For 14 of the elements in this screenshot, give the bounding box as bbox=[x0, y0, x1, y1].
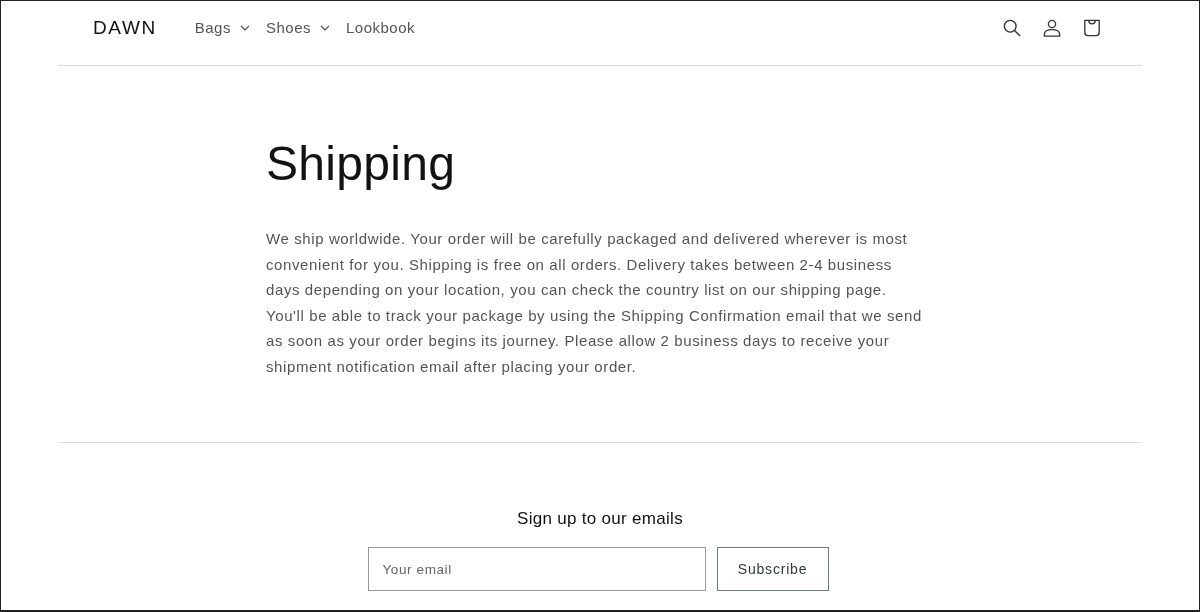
nav-menu-item[interactable]: Bags bbox=[194, 19, 250, 36]
caret-icon bbox=[320, 24, 330, 31]
newsletter-heading: Sign up to our emails bbox=[517, 509, 683, 529]
account-icon[interactable] bbox=[1043, 18, 1061, 37]
caret-icon bbox=[239, 24, 250, 31]
search-icon[interactable] bbox=[1003, 18, 1021, 37]
shipping-paragraph: We ship worldwide. Your order will be carefully packaged and delivered wherever is most convenient for you. Shipping is free on all orders. Delivery takes between 2-4 business days depending on your location, you can check the country list on our shipping page. You'll be able to track your package by using the Shipping Confirmation email that we send as soon as your order begins its journey. Please allow 2 business days to receive your shipment notification email after placing your order. bbox=[266, 229, 923, 377]
shopping-bag-icon[interactable] bbox=[1083, 18, 1101, 37]
store-logo[interactable]: DAWN bbox=[93, 16, 157, 39]
subscribe-button[interactable]: Subscribe bbox=[716, 547, 829, 591]
nav-menu-item[interactable]: Shoes bbox=[265, 19, 330, 36]
nav-link[interactable]: Lookbook bbox=[346, 19, 416, 36]
page-title: Shipping bbox=[266, 136, 457, 192]
email-input[interactable]: Your email bbox=[367, 547, 706, 591]
